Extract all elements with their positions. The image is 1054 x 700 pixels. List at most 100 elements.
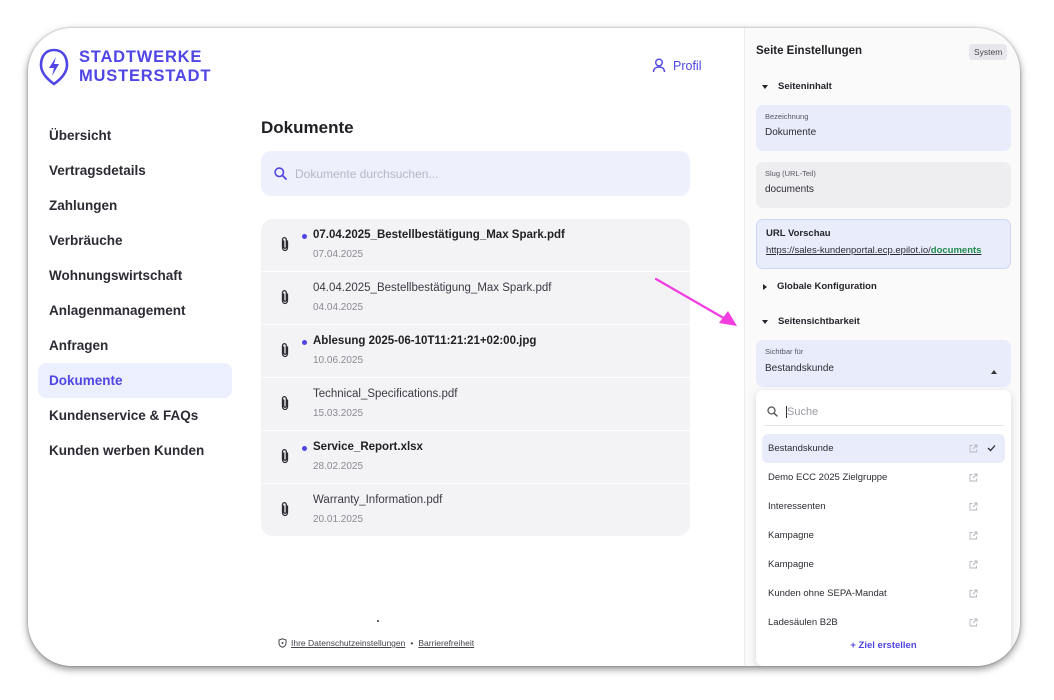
sidebar-nav: Übersicht Vertragsdetails Zahlungen Verb… [38,118,232,468]
external-link-icon[interactable] [969,531,978,540]
caret-up-icon [991,370,997,374]
brand-name: STADTWERKE MUSTERSTADT [79,48,211,86]
brand-line-2: MUSTERSTADT [79,67,212,85]
nav-item-zahlungen[interactable]: Zahlungen [38,188,232,223]
external-link-icon[interactable] [969,589,978,598]
option-label: Kampagne [768,559,814,570]
paperclip-icon [281,289,289,305]
document-row[interactable]: 04.04.2025_Bestellbestätigung_Max Spark.… [261,272,690,325]
external-link-icon[interactable] [969,444,978,453]
profile-label: Profil [673,58,702,73]
document-date: 20.01.2025 [313,514,364,525]
option-ladesaeulen-b2b[interactable]: Ladesäulen B2B [762,608,1005,637]
caret-down-icon [762,84,768,89]
brand-line-1: STADTWERKE [79,48,203,66]
paperclip-icon [281,342,289,358]
profile-link[interactable]: Profil [652,58,701,73]
url-preview-link[interactable]: https://sales-kundenportal.ecp.epilot.io… [766,245,1001,256]
paperclip-icon [281,448,289,464]
external-link-icon[interactable] [969,473,978,482]
option-label: Kunden ohne SEPA-Mandat [768,588,887,599]
footer: Ihre Datenschutzeinstellungen • Barriere… [278,638,474,648]
url-preview-title: URL Vorschau [766,228,831,239]
lightning-logo-icon [39,48,69,86]
document-name: 07.04.2025_Bestellbestätigung_Max Spark.… [313,229,565,241]
document-date: 04.04.2025 [313,302,364,313]
search-icon [767,406,778,417]
bezeichnung-field[interactable]: Bezeichnung Dokumente [756,105,1011,151]
document-date: 10.06.2025 [313,355,364,366]
option-kampagne[interactable]: Kampagne [762,521,1005,550]
page-settings-panel: Seite Einstellungen System Seiteninhalt … [744,28,1020,666]
option-label: Bestandskunde [768,443,834,454]
document-row[interactable]: Ablesung 2025-06-10T11:21:21+02:00.jpg 1… [261,325,690,378]
option-bestandskunde[interactable]: Bestandskunde [762,434,1005,463]
unread-dot [302,340,307,345]
search-icon [274,167,287,180]
privacy-settings-link[interactable]: Ihre Datenschutzeinstellungen [291,638,405,648]
dropdown-search-placeholder: Suche [787,405,819,418]
document-name: Warranty_Information.pdf [313,494,443,506]
footer-separator: • [410,638,414,648]
search-placeholder: Dokumente durchsuchen... [295,166,439,181]
nav-item-verbraeuche[interactable]: Verbräuche [38,223,232,258]
document-list: 07.04.2025_Bestellbestätigung_Max Spark.… [261,219,690,536]
field-value: Dokumente [765,127,817,138]
unread-dot [302,446,307,451]
create-target-button[interactable]: + Ziel erstellen [756,640,1011,651]
document-date: 28.02.2025 [313,461,364,472]
check-icon [987,445,996,452]
visibility-select[interactable]: Sichtbar für Bestandskunde [756,340,1011,387]
nav-item-vertragsdetails[interactable]: Vertragsdetails [38,153,232,188]
dropdown-search-input[interactable]: Suche [764,398,1004,426]
paperclip-icon [281,395,289,411]
system-badge: System [969,44,1008,60]
document-row[interactable]: Service_Report.xlsx 28.02.2025 [261,431,690,484]
document-row[interactable]: Technical_Specifications.pdf 15.03.2025 [261,378,690,431]
document-name: 04.04.2025_Bestellbestätigung_Max Spark.… [313,282,552,294]
url-base: https://sales-kundenportal.ecp.epilot.io… [766,245,931,256]
option-interessenten[interactable]: Interessenten [762,492,1005,521]
visibility-dropdown: Suche Bestandskunde Demo ECC 2025 Zielgr… [756,390,1011,666]
section-label: Seiteninhalt [778,81,832,92]
document-name: Service_Report.xlsx [313,441,423,453]
paperclip-icon [281,501,289,517]
option-label: Kampagne [768,530,814,541]
section-globale-konfiguration-toggle[interactable]: Globale Konfiguration [762,281,877,292]
option-kunden-ohne-sepa[interactable]: Kunden ohne SEPA-Mandat [762,579,1005,608]
unread-dot [302,234,307,239]
nav-item-dokumente[interactable]: Dokumente [38,363,232,398]
nav-item-anlagenmanagement[interactable]: Anlagenmanagement [38,293,232,328]
customer-portal: STADTWERKE MUSTERSTADT Profil Übersicht … [28,28,744,666]
brand-logo[interactable]: STADTWERKE MUSTERSTADT [39,48,211,86]
accessibility-link[interactable]: Barrierefreiheit [418,638,474,648]
option-demo-ecc-2025[interactable]: Demo ECC 2025 Zielgruppe [762,463,1005,492]
slug-field[interactable]: Slug (URL-Teil) documents [756,162,1011,208]
nav-item-uebersicht[interactable]: Übersicht [38,118,232,153]
option-kampagne[interactable]: Kampagne [762,550,1005,579]
nav-item-kundenservice[interactable]: Kundenservice & FAQs [38,398,232,433]
external-link-icon[interactable] [969,502,978,511]
field-value: documents [765,184,814,195]
document-row[interactable]: 07.04.2025_Bestellbestätigung_Max Spark.… [261,219,690,272]
nav-item-anfragen[interactable]: Anfragen [38,328,232,363]
pointer-arrow-annotation [654,277,737,326]
caret-down-icon [762,319,768,324]
select-label: Sichtbar für [765,347,804,356]
field-label: Slug (URL-Teil) [765,169,816,178]
external-link-icon[interactable] [969,560,978,569]
shield-icon [278,638,287,648]
app-window: STADTWERKE MUSTERSTADT Profil Übersicht … [28,28,1020,666]
caret-right-icon [763,283,767,290]
panel-title: Seite Einstellungen [756,45,863,57]
nav-item-wohnungswirtschaft[interactable]: Wohnungswirtschaft [38,258,232,293]
section-label: Globale Konfiguration [777,281,877,292]
document-search-input[interactable]: Dokumente durchsuchen... [261,151,690,196]
nav-item-kunden-werben-kunden[interactable]: Kunden werben Kunden [38,433,232,468]
section-seitensichtbarkeit-toggle[interactable]: Seitensichtbarkeit [762,316,860,327]
document-row[interactable]: Warranty_Information.pdf 20.01.2025 [261,484,690,536]
select-value: Bestandskunde [765,363,834,374]
option-label: Demo ECC 2025 Zielgruppe [768,472,888,483]
external-link-icon[interactable] [969,618,978,627]
section-seiteninhalt-toggle[interactable]: Seiteninhalt [762,81,832,92]
